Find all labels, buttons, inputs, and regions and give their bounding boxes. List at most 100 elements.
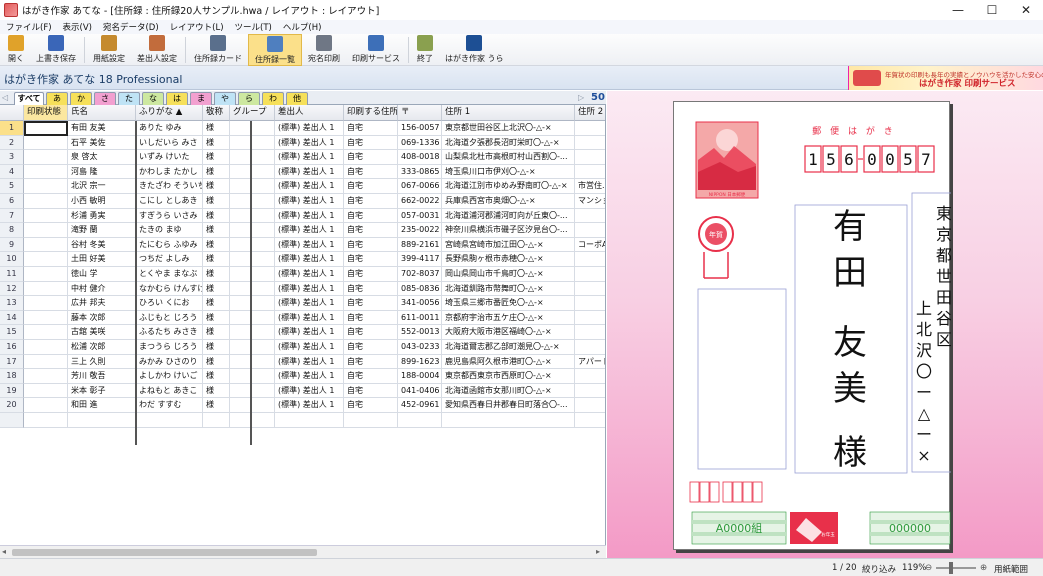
table-cell[interactable] xyxy=(230,398,275,413)
table-cell[interactable] xyxy=(24,325,68,340)
table-cell[interactable] xyxy=(575,136,605,151)
tab-scroll-left-icon[interactable]: ◁ xyxy=(2,93,8,102)
table-cell[interactable]: 小西 敏明 xyxy=(68,194,136,209)
table-cell[interactable]: 愛知県西春日井郡春日町落合〇-... xyxy=(442,398,575,413)
table-cell[interactable]: (標準) 差出人 1 xyxy=(275,135,344,151)
table-cell[interactable]: 自宅 xyxy=(344,310,398,326)
table-cell[interactable] xyxy=(24,340,68,355)
table-cell[interactable]: (標準) 差出人 1 xyxy=(275,237,344,253)
table-cell[interactable] xyxy=(575,296,605,311)
zoom-in-icon[interactable]: ⊕ xyxy=(980,563,987,573)
table-cell[interactable]: 古舘 美咲 xyxy=(68,325,136,340)
table-cell[interactable]: 452-0961 xyxy=(398,398,442,413)
zoom-slider[interactable] xyxy=(936,567,976,569)
table-row[interactable]: 11 徳山 学とくやま まなぶ様 (標準) 差出人 1 自宅 702-8037 岡山県岡山… xyxy=(0,267,605,282)
table-cell[interactable]: 様 xyxy=(203,398,230,413)
table-cell[interactable]: 自宅 xyxy=(344,340,398,355)
table-cell[interactable]: 北海道爾志郡乙部町潮見〇-△-× xyxy=(442,340,575,355)
table-cell[interactable] xyxy=(230,150,275,165)
index-tab-1[interactable]: あ xyxy=(46,92,68,105)
table-cell[interactable]: よしかわ けいご xyxy=(136,369,203,384)
table-cell[interactable]: 自宅 xyxy=(344,208,398,224)
table-cell[interactable]: 156-0057 xyxy=(398,121,442,136)
toolbar-button-address-card[interactable]: 住所録カード xyxy=(188,34,248,66)
table-cell[interactable]: とくやま まなぶ xyxy=(136,267,203,282)
table-cell[interactable] xyxy=(24,135,68,151)
table-cell[interactable] xyxy=(136,413,203,428)
table-cell[interactable]: 043-0233 xyxy=(398,340,442,355)
table-cell[interactable]: 自宅 xyxy=(344,252,398,267)
table-cell[interactable]: 三上 久則 xyxy=(68,354,136,370)
table-cell[interactable] xyxy=(24,383,68,399)
tab-scroll-right-icon[interactable]: ▷ xyxy=(578,93,584,102)
table-cell[interactable]: 様 xyxy=(203,121,230,136)
table-cell[interactable]: 神奈川県横浜市磯子区汐見台〇-... xyxy=(442,223,575,238)
table-cell[interactable]: 藤本 次郎 xyxy=(68,310,136,326)
table-cell[interactable]: 自宅 xyxy=(344,135,398,151)
table-cell[interactable]: かわしま たかし xyxy=(136,164,203,180)
table-row[interactable]: 15 古舘 美咲 ふるたち みさき様 (標準) 差出人 1 自宅 552-0013 大阪府大… xyxy=(0,325,605,340)
table-cell[interactable]: 自宅 xyxy=(344,325,398,340)
table-cell[interactable]: 自宅 xyxy=(344,179,398,194)
table-cell[interactable] xyxy=(575,340,605,355)
table-cell[interactable]: 埼玉県川口市伊刈〇-△-× xyxy=(442,164,575,180)
table-cell[interactable]: 611-0011 xyxy=(398,310,442,326)
table-cell[interactable]: (標準) 差出人 1 xyxy=(275,383,344,399)
table-cell[interactable]: 188-0004 xyxy=(398,369,442,384)
table-row[interactable]: 5 北沢 宗一 きたざわ そういち様 (標準) 差出人 1 自宅 067-0066 北海道江… xyxy=(0,179,605,194)
index-tab-8[interactable]: や xyxy=(214,92,236,105)
table-row[interactable]: 6 小西 敏明 こにし としあき様 (標準) 差出人 1 自宅 662-0022 兵庫県西宮… xyxy=(0,194,605,209)
toolbar-button-address-list[interactable]: 住所録一覧 xyxy=(248,34,302,66)
zoom-slider-thumb[interactable] xyxy=(949,562,953,574)
table-cell[interactable]: 自宅 xyxy=(344,369,398,384)
table-cell[interactable]: (標準) 差出人 1 xyxy=(275,267,344,282)
table-cell[interactable] xyxy=(230,354,275,370)
table-cell[interactable]: 京都府宇治市五ケ庄〇-△-× xyxy=(442,310,575,326)
address1-header[interactable]: 住所 1 xyxy=(442,105,575,121)
table-cell[interactable]: 長野県駒ヶ根市赤穂〇-△-× xyxy=(442,252,575,267)
table-cell[interactable]: 085-0836 xyxy=(398,281,442,297)
table-cell[interactable]: 自宅 xyxy=(344,383,398,399)
table-cell[interactable]: いずみ けいた xyxy=(136,150,203,165)
table-cell[interactable]: 様 xyxy=(203,252,230,267)
print-status-header[interactable]: 印刷状態 xyxy=(24,105,68,121)
table-cell[interactable]: 様 xyxy=(203,164,230,180)
table-cell[interactable]: 大阪府大阪市港区福崎〇-△-× xyxy=(442,325,575,340)
table-cell[interactable]: 408-0018 xyxy=(398,150,442,165)
table-cell[interactable]: 様 xyxy=(203,150,230,165)
table-cell[interactable]: たきの まゆ xyxy=(136,223,203,238)
table-cell[interactable]: (標準) 差出人 1 xyxy=(275,252,344,267)
honorific-header[interactable]: 敬称 xyxy=(203,105,230,121)
table-cell[interactable]: 東京都世田谷区上北沢〇-△-× xyxy=(442,121,575,136)
table-cell[interactable] xyxy=(24,208,68,224)
table-cell[interactable]: 333-0865 xyxy=(398,164,442,180)
table-cell[interactable] xyxy=(575,223,605,238)
table-cell[interactable]: 自宅 xyxy=(344,281,398,297)
table-cell[interactable]: 様 xyxy=(203,135,230,151)
table-row[interactable]: 13 広井 邦夫 ひろい くにお様 (標準) 差出人 1 自宅 341-0056 埼玉県三郷… xyxy=(0,296,605,311)
table-cell[interactable]: (標準) 差出人 1 xyxy=(275,354,344,370)
table-cell[interactable]: 宮崎県宮崎市加江田〇-△-× xyxy=(442,237,575,253)
filter-button[interactable]: 絞り込み xyxy=(862,563,896,575)
table-cell[interactable]: 杉浦 勇実 xyxy=(68,208,136,224)
table-cell[interactable] xyxy=(24,354,68,370)
table-cell[interactable] xyxy=(575,150,605,165)
table-cell[interactable] xyxy=(24,223,68,238)
table-cell[interactable] xyxy=(24,164,68,180)
table-cell[interactable]: 自宅 xyxy=(344,150,398,165)
table-row[interactable]: 20 和田 進わだ すすむ様 (標準) 差出人 1 自宅 452-0961 愛知県西春日井… xyxy=(0,398,605,413)
table-cell[interactable] xyxy=(230,310,275,326)
table-cell[interactable]: なかむら けんすけ xyxy=(136,281,203,297)
table-cell[interactable]: ふるたち みさき xyxy=(136,325,203,340)
table-row[interactable]: 19 米本 彰子 よねもと あきこ様 (標準) 差出人 1 自宅 041-0406 北海道函… xyxy=(0,383,605,399)
table-cell[interactable]: こにし としあき xyxy=(136,194,203,209)
table-cell[interactable]: (標準) 差出人 1 xyxy=(275,121,344,136)
postal-header[interactable]: 〒 xyxy=(398,105,442,121)
table-cell[interactable]: コーポAB xyxy=(575,238,605,253)
table-cell[interactable] xyxy=(230,121,275,136)
table-cell[interactable]: みかみ ひさのり xyxy=(136,354,203,370)
toolbar-button-folder[interactable]: 開く xyxy=(2,34,30,66)
scroll-right-arrow-icon[interactable]: ▸ xyxy=(596,547,600,556)
table-cell[interactable]: よねもと あきこ xyxy=(136,383,203,399)
table-cell[interactable]: すぎうら いさみ xyxy=(136,208,203,224)
